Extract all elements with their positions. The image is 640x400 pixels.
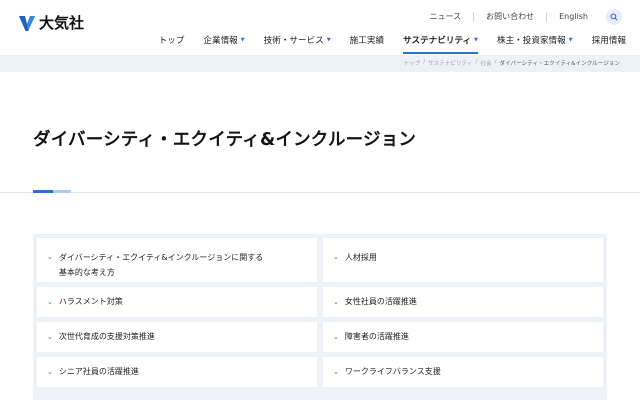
link-label: 障害者の活躍推進 bbox=[344, 332, 409, 341]
site-header: 大気社 ニュース お問い合わせ English トップ 企業情報 ▼ 技術・サービ… bbox=[0, 0, 640, 56]
nav-item-company[interactable]: 企業情報 ▼ bbox=[203, 34, 244, 46]
nav-item-top[interactable]: トップ bbox=[159, 34, 185, 46]
breadcrumb-separator: / bbox=[475, 59, 478, 65]
breadcrumb-item-society[interactable]: 社会 bbox=[480, 59, 491, 67]
nav-item-projects[interactable]: 施工実績 bbox=[350, 34, 384, 46]
logo-text: 大気社 bbox=[39, 14, 85, 32]
chevron-down-icon: ⌄ bbox=[47, 298, 53, 306]
chevron-down-icon: ⌄ bbox=[333, 298, 339, 306]
anchor-link-women[interactable]: ⌄ 女性社員の活躍推進 bbox=[323, 287, 603, 317]
nav-label: 株主・投資家情報 bbox=[496, 36, 566, 46]
link-label-line: ダイバーシティ・エクイティ&インクルージョンに関する bbox=[58, 253, 264, 262]
link-label: ワークライフバランス支援 bbox=[344, 367, 441, 376]
util-link-news[interactable]: ニュース bbox=[418, 12, 474, 22]
anchor-link-disabilities[interactable]: ⌄ 障害者の活躍推進 bbox=[323, 322, 603, 352]
main-nav: トップ 企業情報 ▼ 技術・サービス ▼ 施工実績 サステナビリティ ▼ 株主・投資家… bbox=[140, 34, 626, 54]
breadcrumb-separator: / bbox=[494, 59, 497, 65]
link-label: 女性社員の活躍推進 bbox=[344, 297, 417, 306]
anchor-link-harassment[interactable]: ⌄ ハラスメント対策 bbox=[37, 287, 317, 317]
caret-down-icon: ▼ bbox=[326, 37, 331, 43]
chevron-down-icon: ⌄ bbox=[333, 368, 339, 376]
anchor-link-recruitment[interactable]: ⌄ 人材採用 bbox=[323, 238, 603, 282]
caret-down-icon: ▼ bbox=[568, 37, 573, 43]
util-link-english[interactable]: English bbox=[546, 12, 600, 22]
caret-down-icon: ▼ bbox=[474, 37, 478, 43]
breadcrumb-item-sustainability[interactable]: サステナビリティ bbox=[428, 59, 472, 67]
title-accent-bar bbox=[33, 190, 53, 193]
nav-label: 企業情報 bbox=[203, 36, 238, 46]
breadcrumb-item-current: ダイバーシティ・エクイティ&インクルージョン bbox=[499, 61, 620, 67]
chevron-down-icon: ⌄ bbox=[333, 333, 339, 341]
chevron-down-icon: ⌄ bbox=[47, 368, 53, 376]
breadcrumb-separator: / bbox=[423, 59, 426, 65]
anchor-link-panel: ⌄ ダイバーシティ・エクイティ&インクルージョンに関する 基本的な考え方 ⌄ 人材… bbox=[33, 234, 607, 400]
breadcrumb: トップ / サステナビリティ / 社会 / ダイバーシティ・エクイティ&インクル… bbox=[403, 59, 620, 67]
nav-label: 技術・サービス bbox=[263, 36, 324, 46]
anchor-link-basic-policy[interactable]: ⌄ ダイバーシティ・エクイティ&インクルージョンに関する 基本的な考え方 bbox=[37, 238, 317, 282]
chevron-down-icon: ⌄ bbox=[333, 253, 339, 261]
taikisha-logo-icon bbox=[19, 15, 35, 31]
link-label: 人材採用 bbox=[344, 253, 377, 262]
nav-label: サステナビリティ bbox=[403, 36, 472, 46]
search-button[interactable] bbox=[606, 9, 622, 25]
utility-nav: ニュース お問い合わせ English bbox=[418, 9, 622, 25]
breadcrumb-bar: トップ / サステナビリティ / 社会 / ダイバーシティ・エクイティ&インクル… bbox=[0, 55, 640, 72]
nav-item-sustainability[interactable]: サステナビリティ ▼ bbox=[403, 34, 478, 54]
breadcrumb-item-top[interactable]: トップ bbox=[403, 59, 420, 67]
anchor-link-grid: ⌄ ダイバーシティ・エクイティ&インクルージョンに関する 基本的な考え方 ⌄ 人材… bbox=[37, 238, 603, 387]
link-label: 次世代育成の支援対策推進 bbox=[58, 332, 155, 341]
nav-item-investors[interactable]: 株主・投資家情報 ▼ bbox=[497, 34, 573, 46]
page-title: ダイバーシティ・エクイティ&インクルージョン bbox=[33, 130, 417, 150]
nav-label: 施工実績 bbox=[349, 36, 385, 46]
link-label-line: 基本的な考え方 bbox=[58, 268, 115, 277]
nav-label: トップ bbox=[158, 36, 185, 46]
search-icon bbox=[610, 13, 618, 21]
link-label: シニア社員の活躍推進 bbox=[58, 367, 139, 376]
nav-label: 採用情報 bbox=[591, 36, 626, 46]
anchor-link-work-life-balance[interactable]: ⌄ ワークライフバランス支援 bbox=[323, 357, 603, 387]
link-label: ハラスメント対策 bbox=[58, 297, 123, 306]
link-label: ダイバーシティ・エクイティ&インクルージョンに関する 基本的な考え方 bbox=[59, 250, 263, 280]
anchor-link-next-generation[interactable]: ⌄ 次世代育成の支援対策推進 bbox=[37, 322, 317, 352]
nav-item-recruit[interactable]: 採用情報 bbox=[592, 34, 626, 46]
util-link-contact[interactable]: お問い合わせ bbox=[473, 12, 546, 22]
caret-down-icon: ▼ bbox=[240, 37, 245, 43]
anchor-link-senior[interactable]: ⌄ シニア社員の活躍推進 bbox=[37, 357, 317, 387]
title-divider bbox=[0, 192, 640, 193]
chevron-down-icon: ⌄ bbox=[47, 333, 53, 341]
title-accent-bar-light bbox=[53, 190, 71, 193]
nav-item-technology[interactable]: 技術・サービス ▼ bbox=[264, 34, 331, 46]
chevron-down-icon: ⌄ bbox=[47, 253, 53, 261]
site-logo[interactable]: 大気社 bbox=[17, 12, 84, 33]
